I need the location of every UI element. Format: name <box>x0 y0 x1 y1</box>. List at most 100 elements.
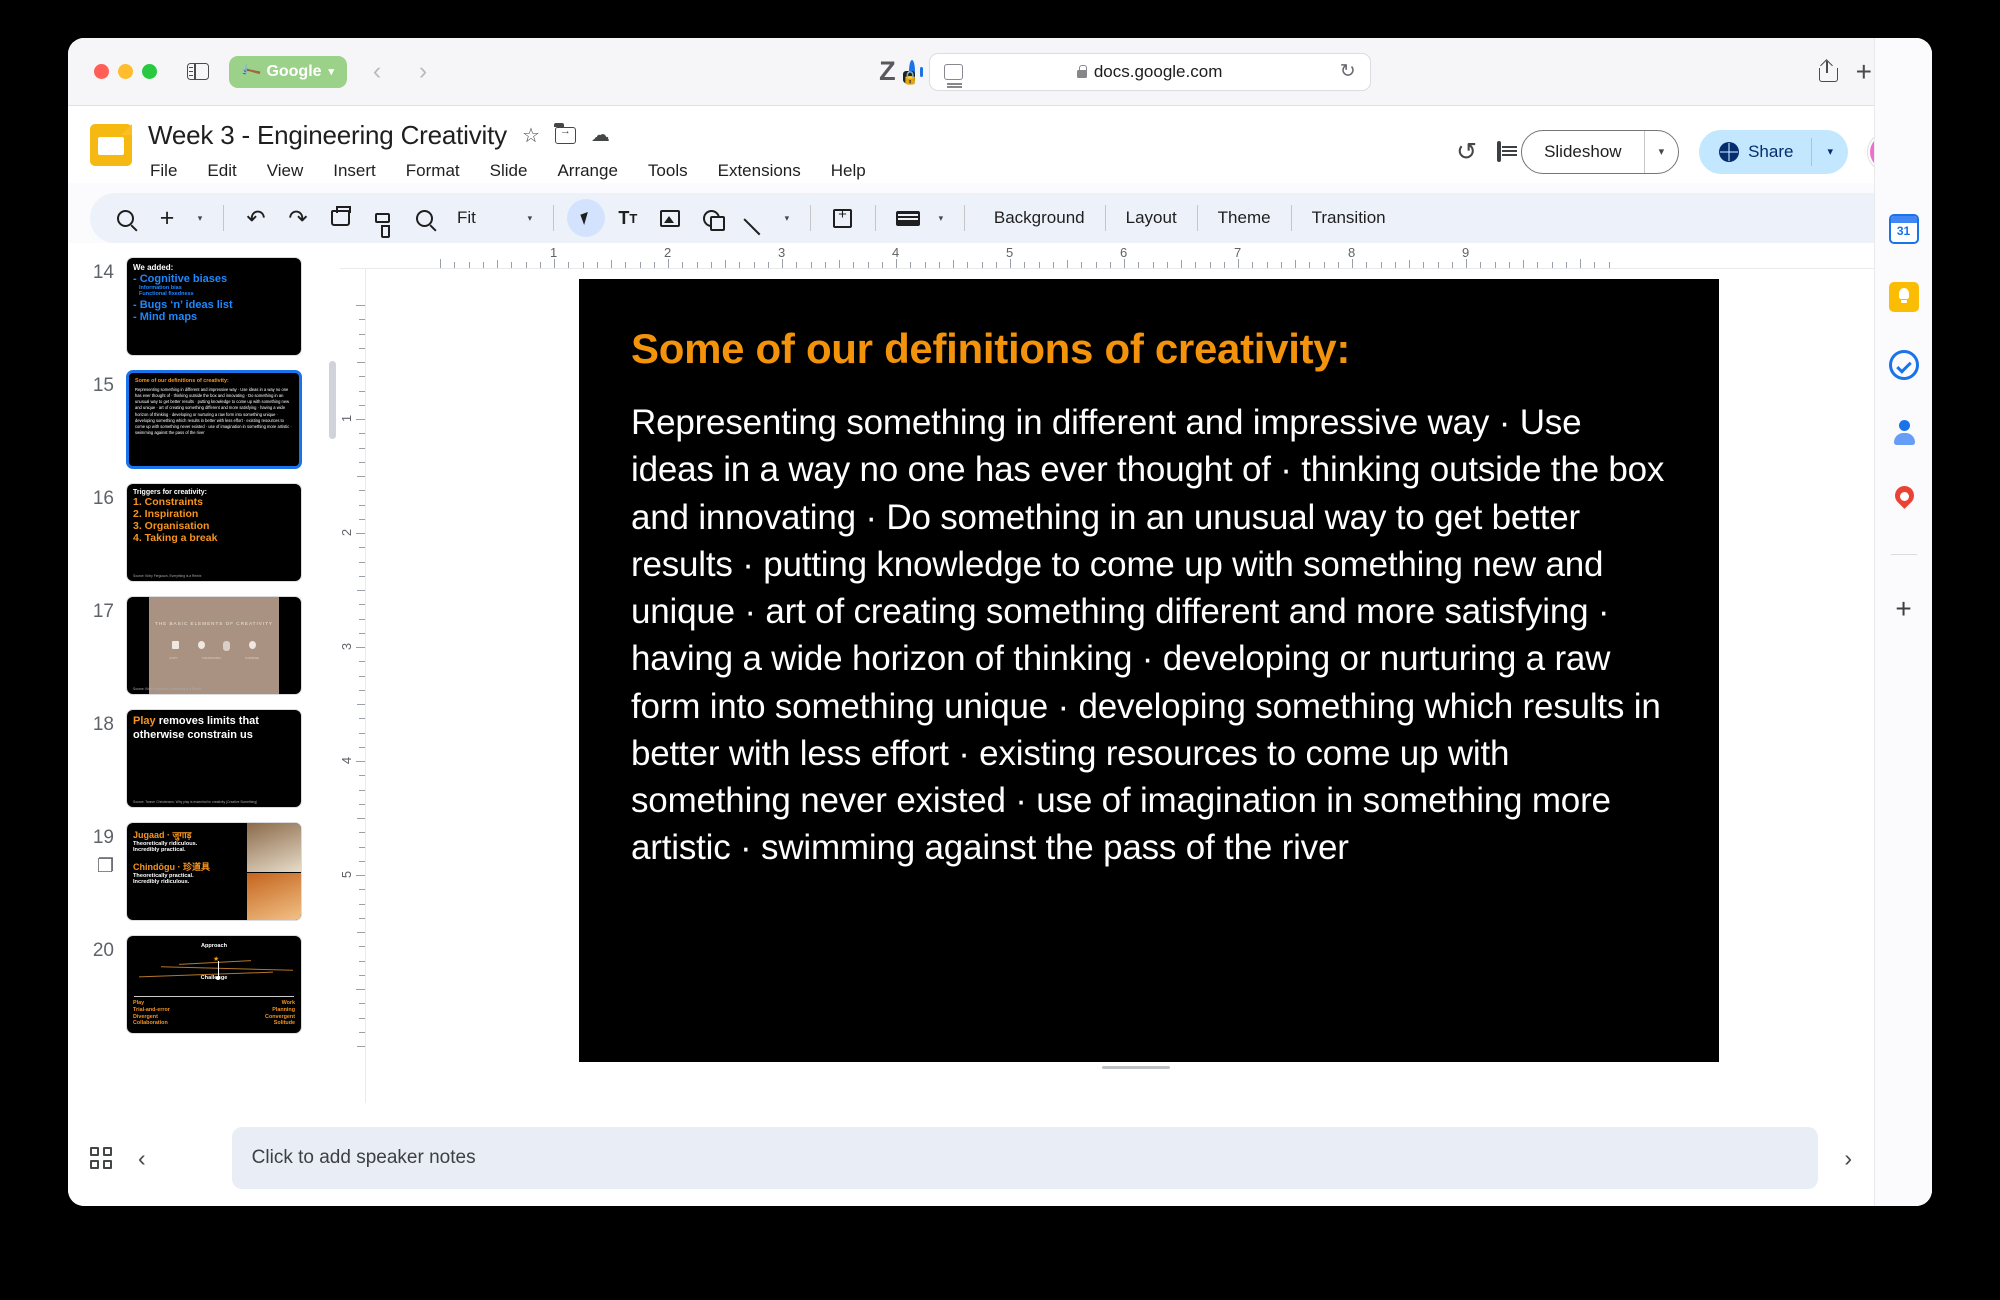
zoom-level[interactable]: Fit <box>447 208 486 228</box>
star-icon[interactable]: ☆ <box>522 123 540 148</box>
undo-button[interactable]: ↶ <box>237 199 275 237</box>
ruler-tick <box>1281 262 1282 268</box>
privacy-extension-icon[interactable]: 🔒 <box>909 63 915 81</box>
share-dropdown-caret[interactable]: ▾ <box>1812 145 1848 158</box>
ruler-label: 1 <box>339 415 354 422</box>
add-app-button[interactable]: + <box>1895 593 1911 625</box>
slide-body-text[interactable]: Representing something in different and … <box>631 399 1667 872</box>
notes-splitter-handle[interactable] <box>1102 1066 1170 1069</box>
reload-button[interactable]: ↻ <box>1340 60 1356 83</box>
filmstrip-row[interactable]: 16 Triggers for creativity: 1. Constrain… <box>68 483 340 582</box>
slide-thumbnail-17[interactable]: THE BASIC ELEMENTS OF CREATIVITY COPY TR… <box>126 596 302 695</box>
menu-file[interactable]: File <box>148 159 179 183</box>
theme-button[interactable]: Theme <box>1202 208 1287 228</box>
ruler-tick <box>1509 262 1510 268</box>
insert-image-button[interactable] <box>651 199 689 237</box>
layout-button[interactable]: Layout <box>1110 208 1193 228</box>
new-tab-button[interactable]: + <box>1856 58 1872 86</box>
insert-shape-button[interactable] <box>693 199 731 237</box>
menu-extensions[interactable]: Extensions <box>716 159 803 183</box>
move-to-folder-icon[interactable] <box>555 127 576 144</box>
print-button[interactable] <box>321 199 359 237</box>
filmstrip-scrollbar[interactable] <box>329 361 336 439</box>
insert-line-button[interactable] <box>735 199 773 237</box>
new-slide-button[interactable]: + <box>148 199 186 237</box>
menu-slide[interactable]: Slide <box>488 159 530 183</box>
maximize-window-button[interactable] <box>142 64 157 79</box>
rail-divider <box>1891 554 1917 555</box>
transition-button[interactable]: Transition <box>1296 208 1402 228</box>
menu-help[interactable]: Help <box>829 159 868 183</box>
google-tasks-icon[interactable] <box>1889 350 1919 380</box>
ruler-tick <box>359 562 365 563</box>
background-button[interactable]: Background <box>978 208 1101 228</box>
line-caret-icon[interactable]: ▾ <box>777 213 797 224</box>
comments-icon[interactable] <box>1497 143 1501 161</box>
menu-format[interactable]: Format <box>404 159 462 183</box>
zoom-tool-icon[interactable] <box>405 199 443 237</box>
version-history-icon[interactable]: ↺ <box>1456 137 1477 167</box>
redo-button[interactable]: ↷ <box>279 199 317 237</box>
menu-tools[interactable]: Tools <box>646 159 690 183</box>
reader-view-icon[interactable] <box>944 64 963 80</box>
new-slide-caret-icon[interactable]: ▾ <box>190 213 210 224</box>
minimize-window-button[interactable] <box>118 64 133 79</box>
slide-filmstrip[interactable]: 14 We added: - Cognitive biases Informat… <box>68 243 340 1103</box>
document-title[interactable]: Week 3 - Engineering Creativity <box>148 120 507 151</box>
google-maps-icon[interactable] <box>1889 486 1919 516</box>
menu-arrange[interactable]: Arrange <box>555 159 619 183</box>
expand-panel-button[interactable]: › <box>1844 1145 1852 1172</box>
keyboard-caret-icon[interactable]: ▾ <box>931 213 951 224</box>
bottom-bar: ‹ Click to add speaker notes › <box>68 1103 1932 1206</box>
collapse-filmstrip-button[interactable]: ‹ <box>138 1145 146 1172</box>
filmstrip-row[interactable]: 20 Approach ★ Cha <box>68 935 340 1034</box>
menu-edit[interactable]: Edit <box>205 159 238 183</box>
filmstrip-row[interactable]: 18 Play removes limits that otherwise co… <box>68 709 340 808</box>
text-box-button[interactable]: TT <box>609 199 647 237</box>
filmstrip-row[interactable]: 17 THE BASIC ELEMENTS OF CREATIVITY <box>68 596 340 695</box>
menu-view[interactable]: View <box>265 159 306 183</box>
slide-canvas[interactable]: Some of our definitions of creativity: R… <box>579 279 1719 1062</box>
slide-thumbnail-20[interactable]: Approach ★ Challenge <box>126 935 302 1034</box>
grid-view-icon[interactable] <box>90 1147 112 1169</box>
slide-thumbnail-19[interactable]: Jugaad · जुगाड़ Theoretically ridiculous… <box>126 822 302 921</box>
address-bar[interactable]: docs.google.com ↻ <box>929 53 1371 91</box>
select-tool-button[interactable] <box>567 199 605 237</box>
zoom-caret-icon[interactable]: ▾ <box>520 213 540 224</box>
toggle-sidebar-button[interactable] <box>181 57 215 87</box>
paint-format-button[interactable] <box>363 199 401 237</box>
search-icon[interactable] <box>106 199 144 237</box>
menu-insert[interactable]: Insert <box>331 159 378 183</box>
slideshow-dropdown-caret[interactable]: ▾ <box>1645 145 1679 158</box>
thumb-left-label: Trial-and-error <box>133 1007 170 1014</box>
filmstrip-row[interactable]: 15 Some of our definitions of creativity… <box>68 370 340 469</box>
share-button[interactable]: Share ▾ <box>1699 130 1848 174</box>
profile-chip[interactable]: 🔨 Google ▾ <box>229 56 347 88</box>
slide-title-text[interactable]: Some of our definitions of creativity: <box>631 325 1667 373</box>
google-calendar-icon[interactable] <box>1889 214 1919 244</box>
ruler-tick <box>359 775 365 776</box>
speaker-notes-field[interactable]: Click to add speaker notes <box>232 1127 1819 1189</box>
slide-thumbnail-15[interactable]: Some of our definitions of creativity: R… <box>126 370 302 469</box>
filmstrip-row[interactable]: 14 We added: - Cognitive biases Informat… <box>68 257 340 356</box>
slide-thumbnail-16[interactable]: Triggers for creativity: 1. Constraints … <box>126 483 302 582</box>
laser-pointer-button[interactable] <box>889 199 927 237</box>
ruler-label: 1 <box>550 245 557 260</box>
insert-comment-button[interactable] <box>824 199 862 237</box>
google-contacts-icon[interactable] <box>1889 418 1919 448</box>
slide-thumbnail-18[interactable]: Play removes limits that otherwise const… <box>126 709 302 808</box>
back-button[interactable]: ‹ <box>361 57 393 86</box>
ruler-tick <box>359 718 365 719</box>
canvas-area[interactable]: Some of our definitions of creativity: R… <box>366 269 1932 1103</box>
browser-toolbar: 🔨 Google ▾ ‹ › Z 🔒 docs.google.com ↻ <box>68 38 1932 106</box>
slide-thumbnail-14[interactable]: We added: - Cognitive biases Information… <box>126 257 302 356</box>
google-keep-icon[interactable] <box>1889 282 1919 312</box>
share-icon[interactable] <box>1819 61 1836 82</box>
window-traffic-lights[interactable] <box>94 64 157 79</box>
slideshow-button[interactable]: Slideshow ▾ <box>1521 130 1679 174</box>
ruler-tick <box>982 262 983 268</box>
forward-button[interactable]: › <box>407 57 439 86</box>
zotero-extension-icon[interactable]: Z <box>879 56 895 87</box>
filmstrip-row[interactable]: 19 ❐ Jugaad · जुगाड़ Theoretically ridic… <box>68 822 340 921</box>
close-window-button[interactable] <box>94 64 109 79</box>
